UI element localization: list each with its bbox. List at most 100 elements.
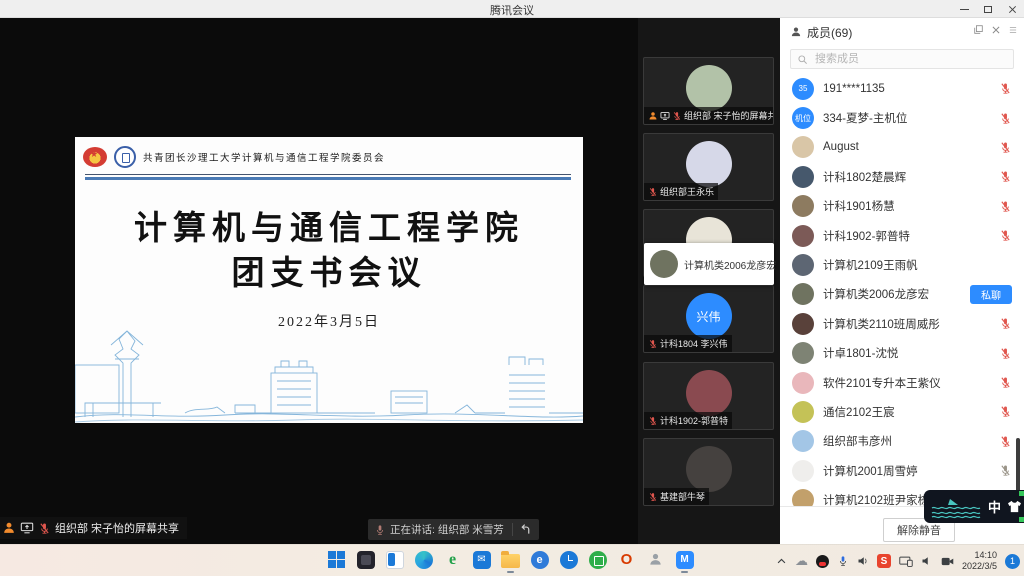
mail-button[interactable]: ✉ <box>471 549 492 570</box>
search-input[interactable] <box>813 52 993 66</box>
member-row[interactable]: August <box>780 133 1024 162</box>
taskbar-app-blue-circle[interactable]: e <box>529 549 550 570</box>
tray-clock[interactable]: 14:10 2022/3/5 <box>962 550 997 573</box>
mic-off-icon <box>998 82 1012 95</box>
taskbar-app-person[interactable] <box>645 549 666 570</box>
screen: 腾讯会议 共青团长沙理工大学计算机与通信工程学院委员会 计算机与通信工程学院 团… <box>0 0 1024 576</box>
edge-button[interactable] <box>413 549 434 570</box>
minimize-button[interactable] <box>952 0 976 18</box>
ime-mode-indicator[interactable]: 中 <box>988 497 1001 516</box>
member-name: 计算机2109王雨帆 <box>823 257 989 273</box>
member-row[interactable]: 组织部韦彦州 <box>780 427 1024 456</box>
tray-chevron-icon[interactable] <box>776 556 787 567</box>
start-button[interactable] <box>326 549 347 570</box>
ime-statusbar[interactable]: 中 <box>924 490 1024 523</box>
member-row[interactable]: 计算机类2110班周威彤 <box>780 309 1024 338</box>
maximize-button[interactable] <box>976 0 1000 18</box>
member-row[interactable]: 计科1902-郭普特 <box>780 221 1024 250</box>
search-icon <box>797 54 808 65</box>
mic-off-icon <box>648 492 658 502</box>
task-view-icon <box>386 551 404 569</box>
member-name: 组织部韦彦州 <box>823 433 989 449</box>
member-avatar: 35 <box>792 78 814 100</box>
video-tile-label: 计科1804 李兴伟 <box>644 335 732 352</box>
college-logo-icon <box>114 146 136 168</box>
ime-skin-icon[interactable] <box>1007 500 1022 513</box>
share-banner-label: 组织部 宋子怡的屏幕共享 <box>55 520 179 536</box>
campus-skyline-drawing <box>75 325 583 423</box>
clock-app-icon <box>560 551 578 569</box>
sogou-tray-icon[interactable]: S <box>877 554 891 568</box>
ie-button[interactable]: e <box>442 549 463 570</box>
member-row[interactable]: 计算机类2006龙彦宏 私聊 <box>780 280 1024 309</box>
member-name: 计科1902-郭普特 <box>823 228 989 244</box>
notification-badge[interactable]: 1 <box>1005 554 1020 569</box>
camera-tray-icon[interactable] <box>941 556 954 567</box>
member-name: August <box>823 141 989 153</box>
volume-tray-icon[interactable] <box>857 555 869 567</box>
video-tile[interactable]: 兴伟 计科1804 李兴伟 <box>643 285 774 353</box>
member-name: 计算机类2006龙彦宏 <box>823 286 938 302</box>
slide-divider <box>85 174 571 180</box>
running-indicator <box>507 571 514 574</box>
participant-avatar <box>686 141 732 187</box>
tencent-meeting-button[interactable]: M <box>674 549 695 570</box>
file-explorer-button[interactable] <box>500 549 521 570</box>
member-row[interactable]: 计算机2001周雪婷 <box>780 456 1024 485</box>
member-row[interactable]: 软件2101专升本王紫仪 <box>780 368 1024 397</box>
video-tile-label: 基建部牛琴 <box>644 488 709 505</box>
cloud-tray-icon[interactable]: ☁ <box>795 553 808 569</box>
popout-panel-icon[interactable] <box>973 24 984 35</box>
participant-avatar: 兴伟 <box>686 293 732 339</box>
office-button[interactable]: O <box>616 549 637 570</box>
taskbar: e ✉ e O M ☁ S <box>0 544 1024 576</box>
cast-tray-icon[interactable] <box>899 555 913 567</box>
qq-tray-icon[interactable] <box>816 555 829 568</box>
running-indicator <box>681 571 688 574</box>
participant-name: 组织部 宋子怡的屏幕共享 <box>684 109 774 122</box>
blue-circle-app-icon: e <box>531 551 549 569</box>
video-tile[interactable]: 组织部 宋子怡的屏幕共享 <box>643 57 774 125</box>
taskbar-app-dark[interactable] <box>355 549 376 570</box>
member-row[interactable]: 35 191****1135 <box>780 74 1024 103</box>
dark-app-icon <box>357 551 375 569</box>
participant-name: 计科1804 李兴伟 <box>660 337 728 350</box>
taskbar-app-green[interactable] <box>587 549 608 570</box>
task-view-button[interactable] <box>384 549 405 570</box>
member-row[interactable]: 计科1802楚晨辉 <box>780 162 1024 191</box>
panel-menu-icon[interactable] <box>1008 25 1018 35</box>
mic-off-icon <box>998 141 1012 154</box>
member-name: 334-夏梦-主机位 <box>823 110 989 126</box>
video-tile[interactable]: 计科1902-郭普特 <box>643 362 774 430</box>
collapse-arrow-button[interactable] <box>513 523 539 536</box>
member-list: 35 191****1135 机位 334-夏梦-主机位 August <box>780 74 1024 506</box>
member-row[interactable]: 计卓1801-沈悦 <box>780 339 1024 368</box>
member-name: 计科1802楚晨辉 <box>823 169 989 185</box>
member-avatar <box>792 372 814 394</box>
video-tile[interactable]: 组织部王永乐 <box>643 133 774 201</box>
speaker-tray-icon[interactable] <box>921 555 933 567</box>
participant-name: 计科1902-郭普特 <box>660 414 728 427</box>
video-tile-label: 组织部王永乐 <box>644 183 718 200</box>
video-tile-label: 计科1902-郭普特 <box>644 412 732 429</box>
presentation-slide: 共青团长沙理工大学计算机与通信工程学院委员会 计算机与通信工程学院 团支书会议 … <box>75 137 583 423</box>
members-icon <box>790 26 802 38</box>
video-tile[interactable]: 基建部牛琴 <box>643 438 774 506</box>
participant-name: 基建部牛琴 <box>660 490 705 503</box>
edge-icon <box>415 551 433 569</box>
shared-screen-area: 共青团长沙理工大学计算机与通信工程学院委员会 计算机与通信工程学院 团支书会议 … <box>0 18 638 544</box>
close-panel-icon[interactable] <box>991 25 1001 35</box>
member-search-box[interactable] <box>790 49 1014 69</box>
member-avatar <box>792 430 814 452</box>
private-chat-button[interactable]: 私聊 <box>970 285 1012 304</box>
close-icon <box>1008 5 1017 14</box>
member-row[interactable]: 机位 334-夏梦-主机位 <box>780 103 1024 132</box>
member-row[interactable]: 通信2102王宸 <box>780 397 1024 426</box>
member-row[interactable]: 计科1901杨慧 <box>780 192 1024 221</box>
member-row[interactable]: 计算机2109王雨帆 <box>780 250 1024 279</box>
clock-app-button[interactable] <box>558 549 579 570</box>
close-button[interactable] <box>1000 0 1024 18</box>
mic-off-icon <box>998 435 1012 448</box>
person-app-icon <box>648 552 663 567</box>
mic-tray-icon[interactable] <box>837 555 849 567</box>
